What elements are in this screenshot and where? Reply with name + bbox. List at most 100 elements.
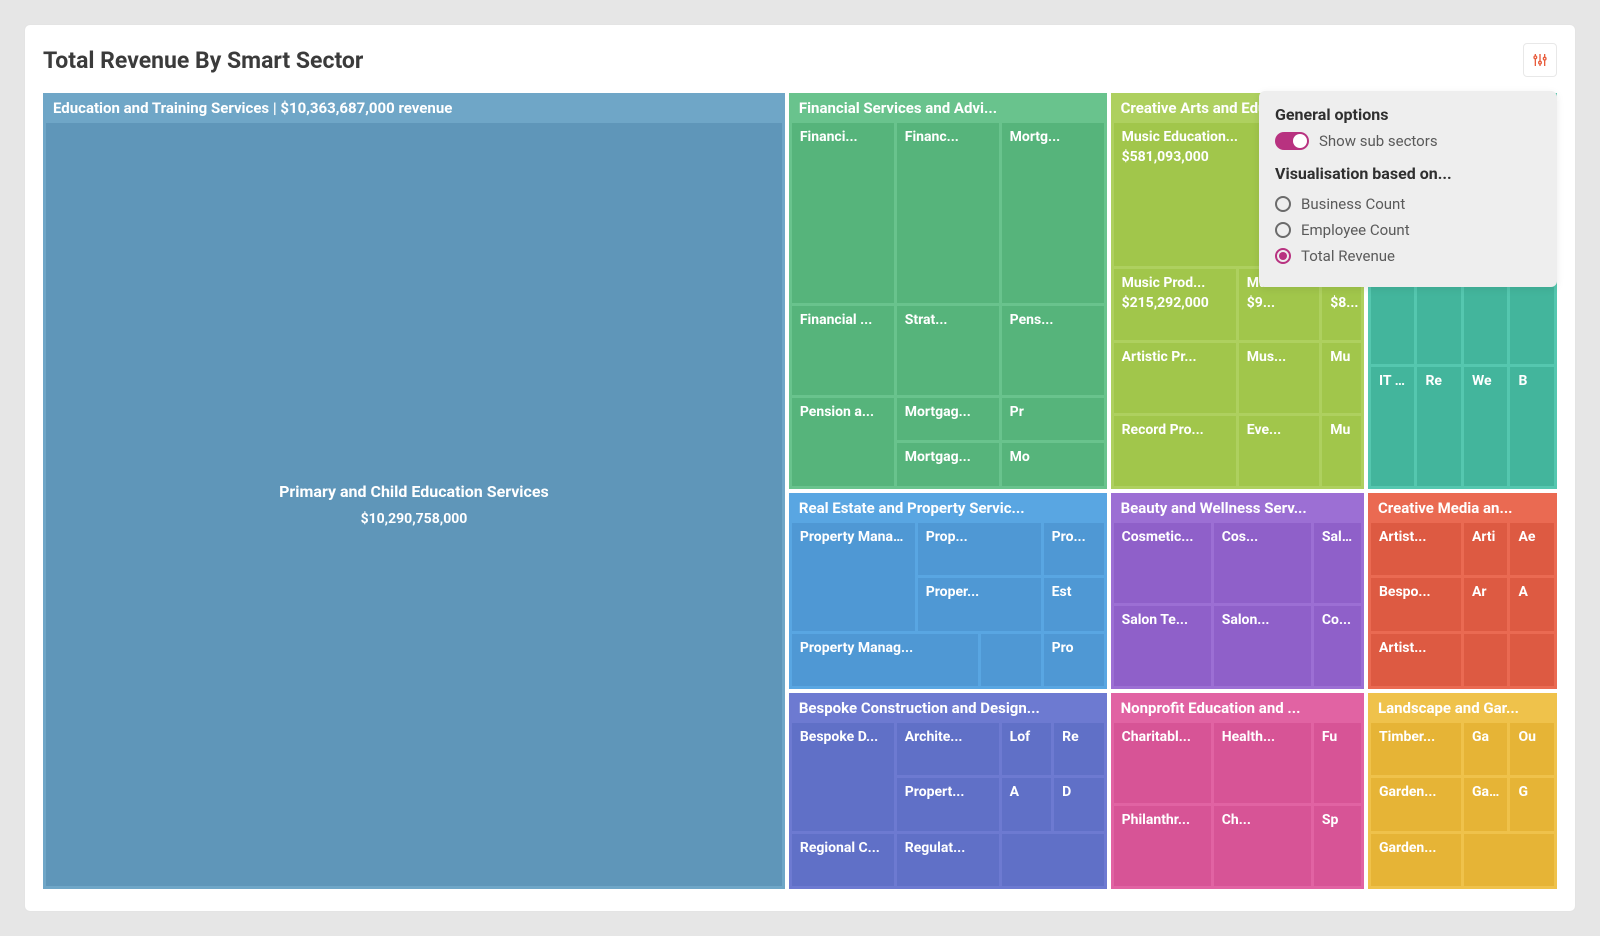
cell[interactable]: Archite... [897,723,999,775]
cell[interactable] [981,634,1041,686]
cell[interactable]: Arti [1464,523,1508,575]
cell[interactable]: Mu [1322,343,1361,413]
cell[interactable]: Re [1054,723,1103,775]
radio-total-revenue[interactable]: Total Revenue [1275,243,1541,269]
cell[interactable]: Bespoke D... [792,723,894,831]
cell[interactable]: Music Prod... $215,292,000 [1114,269,1236,339]
cell[interactable]: Salon Te... [1114,606,1211,686]
sector-creative-media[interactable]: Creative Media an... Artist... Arti Ae B… [1368,493,1557,689]
cell[interactable]: Ga [1464,723,1508,775]
cell[interactable]: Re [1417,367,1461,486]
cell[interactable]: Salon... [1214,606,1311,686]
sector-header: Nonprofit Education and ... [1111,693,1364,723]
cell[interactable]: Regulat... [897,834,999,886]
cell[interactable]: A [1002,778,1051,830]
cell[interactable] [1510,634,1554,686]
cell[interactable]: Primary and Child Education Services $10… [46,123,782,886]
cell[interactable]: Garden... [1371,834,1461,886]
cell[interactable]: Mortg... [1002,123,1104,303]
cell[interactable]: Pens... [1002,306,1104,395]
cell[interactable]: Pension a... [792,398,894,487]
sector-landscape[interactable]: Landscape and Gar... Timber... Ga Ou Gar… [1368,693,1557,889]
cell[interactable]: Sp [1314,806,1361,886]
cell[interactable]: Health... [1214,723,1311,803]
visualisation-based-on-heading: Visualisation based on... [1275,164,1541,183]
radio-business-count[interactable]: Business Count [1275,191,1541,217]
sector-education[interactable]: Education and Training Services | $10,36… [43,93,785,889]
cell[interactable]: Pro [1044,634,1104,686]
cell[interactable]: Property Manag... [792,634,978,686]
sector-header: Real Estate and Property Servic... [789,493,1107,523]
cell[interactable]: Bespo... [1371,578,1461,630]
toggle-label: Show sub sectors [1319,132,1438,150]
sector-header: Beauty and Wellness Serv... [1111,493,1364,523]
cell[interactable]: Music Education... $581,093,000 [1114,123,1278,266]
cell[interactable]: Timber... [1371,723,1461,775]
toggle-show-sub-sectors[interactable]: Show sub sectors [1275,132,1541,150]
toggle-switch[interactable] [1275,132,1309,150]
cell[interactable]: Est [1044,578,1104,630]
cell[interactable]: D [1054,778,1103,830]
cell[interactable]: Ou [1510,723,1554,775]
cell[interactable]: Mo [1002,443,1104,486]
cell[interactable]: Mu [1322,416,1361,486]
cell[interactable]: We [1464,367,1508,486]
cell[interactable]: Eve... [1239,416,1319,486]
cell[interactable]: Cos... [1214,523,1311,603]
radio-employee-count[interactable]: Employee Count [1275,217,1541,243]
cell[interactable] [1464,834,1554,886]
cell[interactable]: Propert... [897,778,999,830]
radio-icon [1275,196,1291,212]
cell[interactable]: Cosmetic... [1114,523,1211,603]
cell[interactable]: Ar [1464,578,1508,630]
cell[interactable]: Artistic Pr... [1114,343,1236,413]
cell[interactable]: Mortgag... [897,398,999,441]
cell[interactable]: Record Pro... [1114,416,1236,486]
cell-label: Music Education... [1122,129,1270,145]
cell[interactable]: B [1510,367,1554,486]
cell[interactable]: Proper... [918,578,1041,630]
cell-group: Pr Mo [1002,398,1104,487]
cell[interactable]: Pro... [1044,523,1104,575]
cell[interactable]: Regional C... [792,834,894,886]
cell[interactable]: Prop... [918,523,1041,575]
cell[interactable]: Garden... [1371,778,1461,830]
cell[interactable]: Co... [1314,606,1361,686]
cell-value: $215,292,000 [1122,295,1228,311]
cell-group: Mortgag... Mortgag... [897,398,999,487]
sector-beauty[interactable]: Beauty and Wellness Serv... Cosmetic... … [1111,493,1364,689]
cell[interactable]: Fu [1314,723,1361,803]
cell[interactable]: Financial ... [792,306,894,395]
cell[interactable]: Artist... [1371,523,1461,575]
cell[interactable]: Ch... [1214,806,1311,886]
cell[interactable]: Lof [1002,723,1051,775]
cell[interactable]: Charitabl... [1114,723,1211,803]
cell[interactable]: Artist... [1371,634,1461,686]
sector-real-estate[interactable]: Real Estate and Property Servic... Prope… [789,493,1107,689]
radio-icon [1275,248,1291,264]
cell[interactable]: Philanthr... [1114,806,1211,886]
sector-construction[interactable]: Bespoke Construction and Design... Bespo… [789,693,1107,889]
cell[interactable]: Ga... [1464,778,1508,830]
cell[interactable]: Sal... [1314,523,1361,603]
cell-label: Primary and Child Education Services [279,482,549,501]
cell[interactable]: G [1510,778,1554,830]
cell[interactable]: Financi... [792,123,894,303]
sector-header: Bespoke Construction and Design... [789,693,1107,723]
cell-value: $9... [1247,295,1311,311]
cell[interactable]: Mortgag... [897,443,999,486]
cell[interactable]: Mus... [1239,343,1319,413]
cell[interactable]: IT Con... [1371,367,1415,486]
cell[interactable] [1464,634,1508,686]
settings-button[interactable] [1523,43,1557,77]
sector-nonprofit[interactable]: Nonprofit Education and ... Charitabl...… [1111,693,1364,889]
cell[interactable] [1002,834,1104,886]
cell[interactable]: Strat... [897,306,999,395]
sector-financial[interactable]: Financial Services and Advi... Financi..… [789,93,1107,489]
cell[interactable]: Property Manag... [792,523,915,631]
cell[interactable]: A [1510,578,1554,630]
sector-header: Education and Training Services | $10,36… [43,93,785,123]
cell[interactable]: Ae [1510,523,1554,575]
cell[interactable]: Financ... [897,123,999,303]
cell[interactable]: Pr [1002,398,1104,441]
